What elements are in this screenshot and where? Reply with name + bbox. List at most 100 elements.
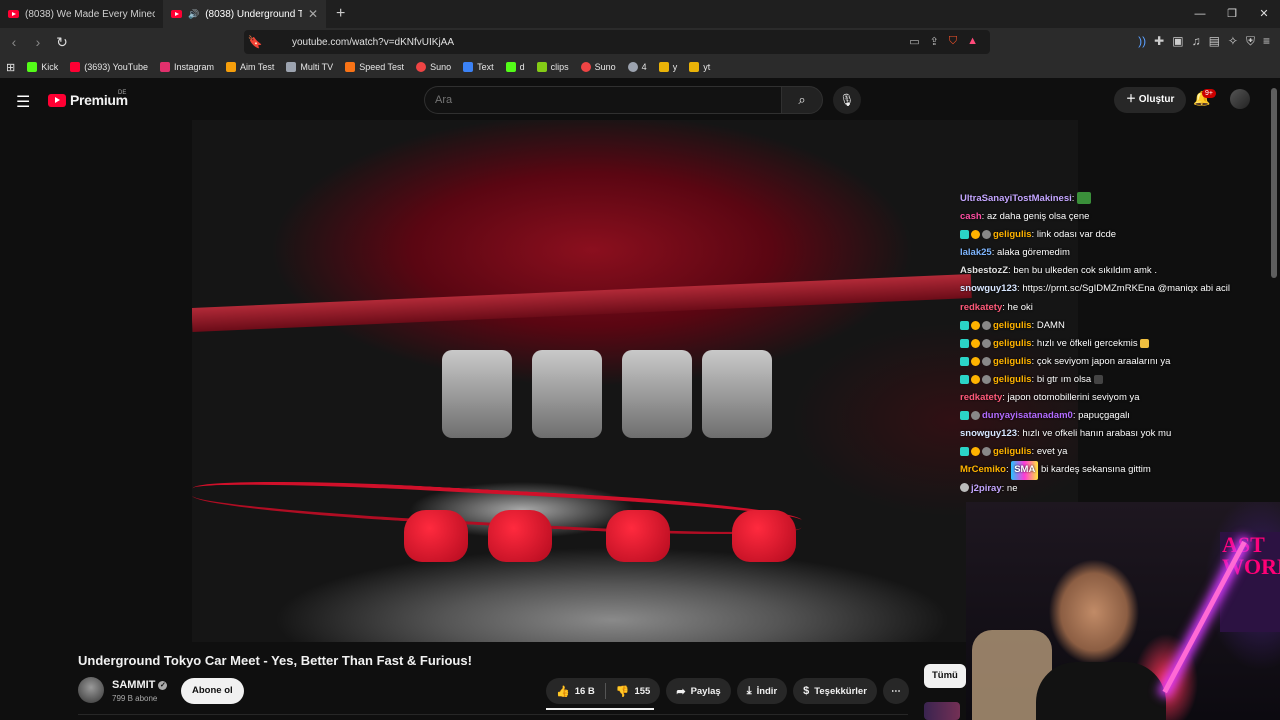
share-icon[interactable]: ⇪	[930, 35, 939, 48]
recommended-thumbnail[interactable]	[924, 702, 960, 720]
strut-bar-graphic	[192, 273, 972, 332]
search-button[interactable]: ⌕	[781, 86, 823, 114]
skull-badge-icon	[960, 483, 969, 493]
divider	[78, 714, 908, 715]
vpn-icon[interactable]: ⛨	[1246, 34, 1255, 49]
throttle-body-graphic	[622, 350, 692, 438]
youtube-icon	[70, 62, 81, 72]
chat-message: lalak25: alaka göremedim	[960, 247, 1070, 259]
hamburger-menu-icon[interactable]: ☰	[16, 92, 30, 112]
bookmark-kick[interactable]: Kick	[27, 62, 58, 72]
bookmark-folder-yt[interactable]: yt	[689, 62, 710, 72]
subscribe-button[interactable]: Abone ol	[181, 678, 244, 704]
youtube-logo-icon	[48, 93, 66, 107]
account-avatar[interactable]	[1230, 89, 1250, 109]
create-button[interactable]: ＋ Oluştur	[1114, 87, 1187, 113]
bookmark-clips[interactable]: clips	[536, 62, 569, 72]
like-dislike-group: 👍 16 B 👎 155	[546, 678, 661, 704]
close-tab-icon[interactable]: ✕	[308, 7, 318, 21]
apps-grid-icon[interactable]: ⊞	[6, 61, 15, 74]
reload-icon[interactable]: ↻	[52, 34, 72, 51]
channel-name[interactable]: SAMMIT ✓	[112, 679, 168, 691]
extension-icons: )) ✚ ▣ ♫ ▤ ✧ ⛨ ≡	[1138, 34, 1270, 49]
bookmark-instagram[interactable]: Instagram	[159, 62, 214, 72]
bookmark-aim-test[interactable]: Aim Test	[226, 62, 274, 72]
badge-icon	[971, 411, 980, 421]
sidebar-icon[interactable]: ▣	[1172, 34, 1183, 49]
wall-poster: AST WORL	[1220, 532, 1280, 632]
voice-search-button[interactable]: 🎙	[833, 86, 861, 114]
badge-icon	[960, 320, 969, 330]
speaker-icon[interactable]: 🔊	[188, 9, 199, 20]
tab-title: (8038) We Made Every Minecraft Sw	[25, 8, 155, 20]
maximize-icon[interactable]: ❐	[1216, 0, 1248, 28]
share-button[interactable]: ➦ Paylaş	[666, 678, 731, 704]
brave-shield-icon[interactable]: ⛉	[949, 35, 957, 48]
badge-icon	[982, 374, 991, 384]
more-actions-button[interactable]: ⋯	[882, 678, 909, 704]
bookmark-d[interactable]: d	[505, 62, 525, 72]
clips-icon	[536, 62, 547, 72]
badge-icon	[971, 320, 980, 330]
bookmark-speed-test[interactable]: Speed Test	[345, 62, 404, 72]
close-window-icon[interactable]: ✕	[1248, 0, 1280, 28]
youtube-logo[interactable]: Premium	[48, 92, 128, 108]
like-button[interactable]: 👍 16 B	[546, 678, 605, 704]
emote-icon	[1077, 192, 1092, 205]
browser-tab-1[interactable]: (8038) We Made Every Minecraft Sw	[0, 0, 163, 28]
forward-icon[interactable]: ›	[28, 34, 48, 50]
bookmark-4[interactable]: 4	[627, 62, 647, 72]
back-icon[interactable]: ‹	[4, 34, 24, 50]
bookmark-folder-y[interactable]: y	[658, 62, 677, 72]
badge-icon	[971, 230, 980, 240]
channel-avatar[interactable]	[78, 677, 104, 703]
dislike-button[interactable]: 👎 155	[606, 678, 661, 704]
badge-icon	[982, 338, 991, 348]
url-text: youtube.com/watch?v=dKNfvUIKjAA	[292, 36, 455, 48]
menu-icon[interactable]: ≡	[1263, 34, 1270, 49]
download-button[interactable]: ⤓ İndir	[736, 678, 788, 704]
page-scrollbar[interactable]	[1271, 88, 1277, 278]
chat-message: geligulis: link odası var dcde	[960, 226, 1270, 244]
chat-message: UltraSanayiTostMakinesi:	[960, 190, 1270, 208]
microphone-icon: 🎙	[839, 93, 855, 107]
audio-extension-icon[interactable]: ))	[1138, 34, 1146, 49]
thumbs-down-icon: 👎	[615, 685, 630, 698]
browser-toolbar: ‹ › ↻ 🔖 youtube.com/watch?v=dKNfvUIKjAA …	[0, 28, 1280, 56]
badge-icon	[971, 447, 980, 457]
leo-icon[interactable]: ✧	[1228, 34, 1238, 49]
minimize-icon[interactable]: —	[1184, 0, 1216, 28]
bookmark-youtube[interactable]: (3693) YouTube	[70, 62, 148, 72]
video-title: Underground Tokyo Car Meet - Yes, Better…	[78, 653, 472, 668]
sma-emote: SMA	[1011, 461, 1039, 480]
spark-boot-graphic	[732, 510, 796, 562]
browser-tab-2[interactable]: 🔊 (8038) Underground Tokyo Ca ✕	[163, 0, 326, 28]
spark-boot-graphic	[404, 510, 468, 562]
bookmark-text[interactable]: Text	[463, 62, 494, 72]
spark-boot-graphic	[606, 510, 670, 562]
search-input[interactable]	[424, 86, 782, 114]
badge-icon	[960, 411, 969, 421]
badge-icon	[971, 338, 980, 348]
address-bar[interactable]: 🔖 youtube.com/watch?v=dKNfvUIKjAA ▭ ⇪ ⛉ …	[244, 30, 990, 54]
music-icon[interactable]: ♫	[1192, 34, 1201, 49]
badge-icon	[960, 230, 969, 240]
wallet-icon[interactable]: ▤	[1209, 34, 1220, 49]
bookmark-icon[interactable]: 🔖	[244, 35, 266, 49]
bookmark-suno[interactable]: Suno	[416, 62, 451, 72]
folder-icon	[689, 62, 700, 72]
bookmark-suno-2[interactable]: Suno	[580, 62, 616, 72]
text-icon	[463, 62, 474, 72]
cast-icon[interactable]: ▭	[909, 35, 919, 48]
badge-icon	[971, 374, 980, 384]
puzzle-icon[interactable]: ✚	[1154, 34, 1164, 49]
emote-icon	[1093, 374, 1103, 384]
video-player[interactable]	[192, 120, 1078, 642]
window-controls: — ❐ ✕	[1184, 0, 1280, 28]
filter-chip-all[interactable]: Tümü	[924, 664, 966, 688]
rewards-icon[interactable]: ▲	[967, 35, 978, 48]
region-code: DE	[118, 90, 127, 96]
thanks-button[interactable]: $ Teşekkürler	[793, 678, 877, 704]
bookmark-multi-tv[interactable]: Multi TV	[286, 62, 333, 72]
new-tab-button[interactable]: +	[326, 5, 355, 23]
